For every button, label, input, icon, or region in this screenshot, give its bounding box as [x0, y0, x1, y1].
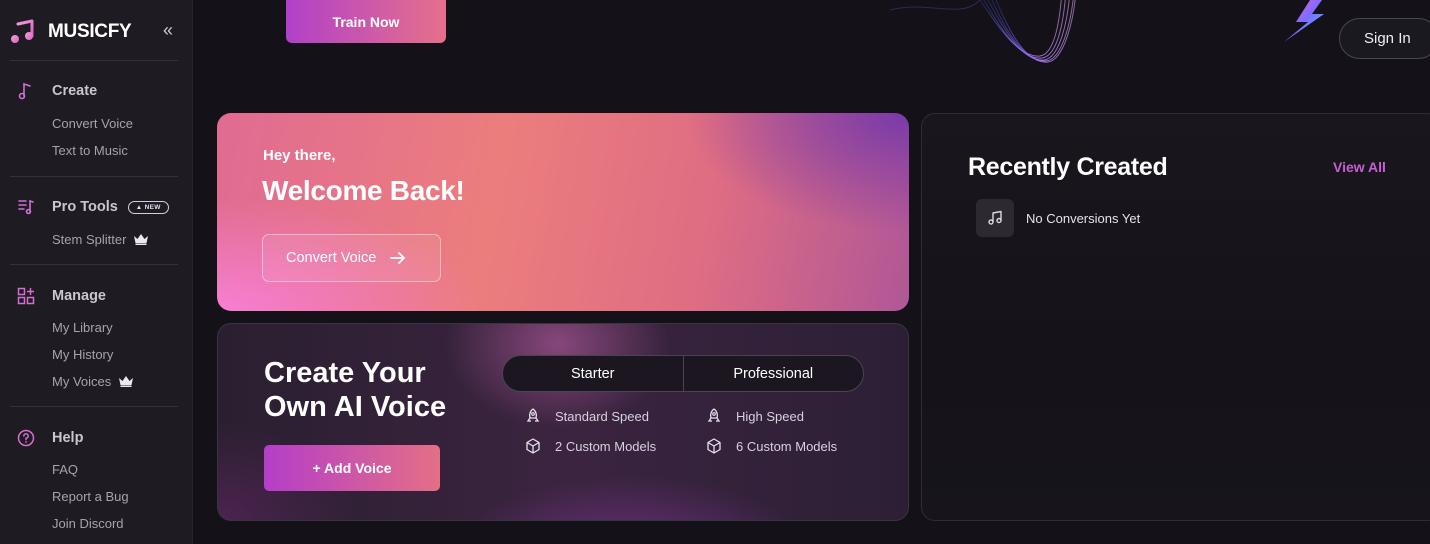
brand[interactable]: MUSICFY — [10, 18, 132, 46]
add-voice-button[interactable]: + Add Voice — [264, 445, 440, 491]
chevrons-left-icon[interactable]: « — [158, 20, 178, 40]
feature-label: 2 Custom Models — [555, 438, 657, 454]
welcome-title: Welcome Back! — [262, 175, 465, 206]
tab-professional[interactable]: Professional — [682, 356, 864, 391]
section-label: Manage — [52, 288, 106, 304]
feature-6-custom-models: 6 Custom Models — [706, 438, 837, 454]
feature-label: High Speed — [736, 408, 804, 424]
music-note-icon — [976, 199, 1014, 237]
recently-created-panel: Recently Created View All No Conversions… — [921, 113, 1430, 521]
arrow-right-icon — [390, 252, 406, 264]
sidebar-item-report-bug[interactable]: Report a Bug — [52, 487, 129, 505]
new-badge: ▲ NEW — [127, 200, 169, 214]
new-badge-label: NEW — [144, 203, 161, 211]
welcome-card: Hey there, Welcome Back! Convert Voice — [217, 113, 909, 311]
convert-voice-label: Convert Voice — [286, 250, 377, 266]
sidebar-item-my-voices[interactable]: My Voices — [52, 372, 134, 390]
empty-state-text: No Conversions Yet — [1026, 210, 1141, 226]
greeting: Hey there, — [263, 147, 336, 164]
music-note-icon — [16, 81, 36, 101]
recently-created-title: Recently Created — [968, 153, 1168, 181]
sidebar-item-my-library[interactable]: My Library — [52, 318, 113, 336]
sidebar-item-text-to-music[interactable]: Text to Music — [52, 141, 128, 159]
section-label: Pro Tools — [52, 199, 118, 215]
train-now-button[interactable]: Train Now — [286, 0, 446, 43]
sidebar: MUSICFY « Create Convert Voice Text to M… — [0, 0, 193, 544]
sidebar-item-stem-splitter[interactable]: Stem Splitter — [52, 230, 149, 248]
brand-name: MUSICFY — [48, 21, 132, 42]
create-voice-card: Create Your Own AI Voice + Add Voice Sta… — [217, 323, 909, 521]
lightning-bolt-icon — [1284, 0, 1324, 42]
cube-icon — [707, 438, 721, 454]
sidebar-item-label: Stem Splitter — [52, 231, 127, 247]
empty-state: No Conversions Yet — [976, 199, 1140, 237]
section-manage: Manage — [16, 285, 106, 307]
music-logo-icon — [11, 19, 34, 43]
divider — [10, 176, 178, 177]
section-create: Create — [16, 80, 97, 102]
sidebar-item-join-discord[interactable]: Join Discord — [52, 514, 124, 532]
section-help: Help — [16, 427, 83, 449]
divider — [10, 60, 178, 61]
grid-add-icon — [16, 286, 36, 306]
view-all-link[interactable]: View All — [1333, 159, 1386, 175]
feature-standard-speed: Standard Speed — [525, 408, 649, 424]
divider — [10, 264, 178, 265]
tab-starter[interactable]: Starter — [503, 356, 683, 391]
audio-list-icon — [16, 197, 36, 217]
feature-high-speed: High Speed — [706, 408, 804, 424]
feature-label: Standard Speed — [555, 408, 649, 424]
rocket-icon — [707, 408, 721, 422]
sign-in-button[interactable]: Sign In — [1339, 18, 1430, 59]
cube-icon — [526, 438, 540, 454]
create-voice-title: Create Your Own AI Voice — [264, 357, 447, 423]
sidebar-item-convert-voice[interactable]: Convert Voice — [52, 114, 133, 132]
section-label: Create — [52, 83, 98, 99]
crown-icon — [134, 234, 149, 245]
convert-voice-button[interactable]: Convert Voice — [262, 234, 441, 282]
section-pro-tools: Pro Tools ▲ NEW — [16, 196, 169, 218]
help-circle-icon — [16, 428, 36, 448]
feature-label: 6 Custom Models — [736, 438, 838, 454]
divider — [10, 406, 178, 407]
sidebar-item-faq[interactable]: FAQ — [52, 460, 78, 478]
crown-icon — [119, 376, 134, 387]
rocket-icon — [526, 408, 540, 422]
sidebar-item-label: My Voices — [52, 373, 112, 389]
sound-wave-art — [889, 0, 1076, 63]
section-label: Help — [52, 430, 84, 446]
feature-2-custom-models: 2 Custom Models — [525, 438, 656, 454]
plan-tabs: Starter Professional — [502, 355, 864, 392]
sidebar-item-my-history[interactable]: My History — [52, 345, 113, 363]
